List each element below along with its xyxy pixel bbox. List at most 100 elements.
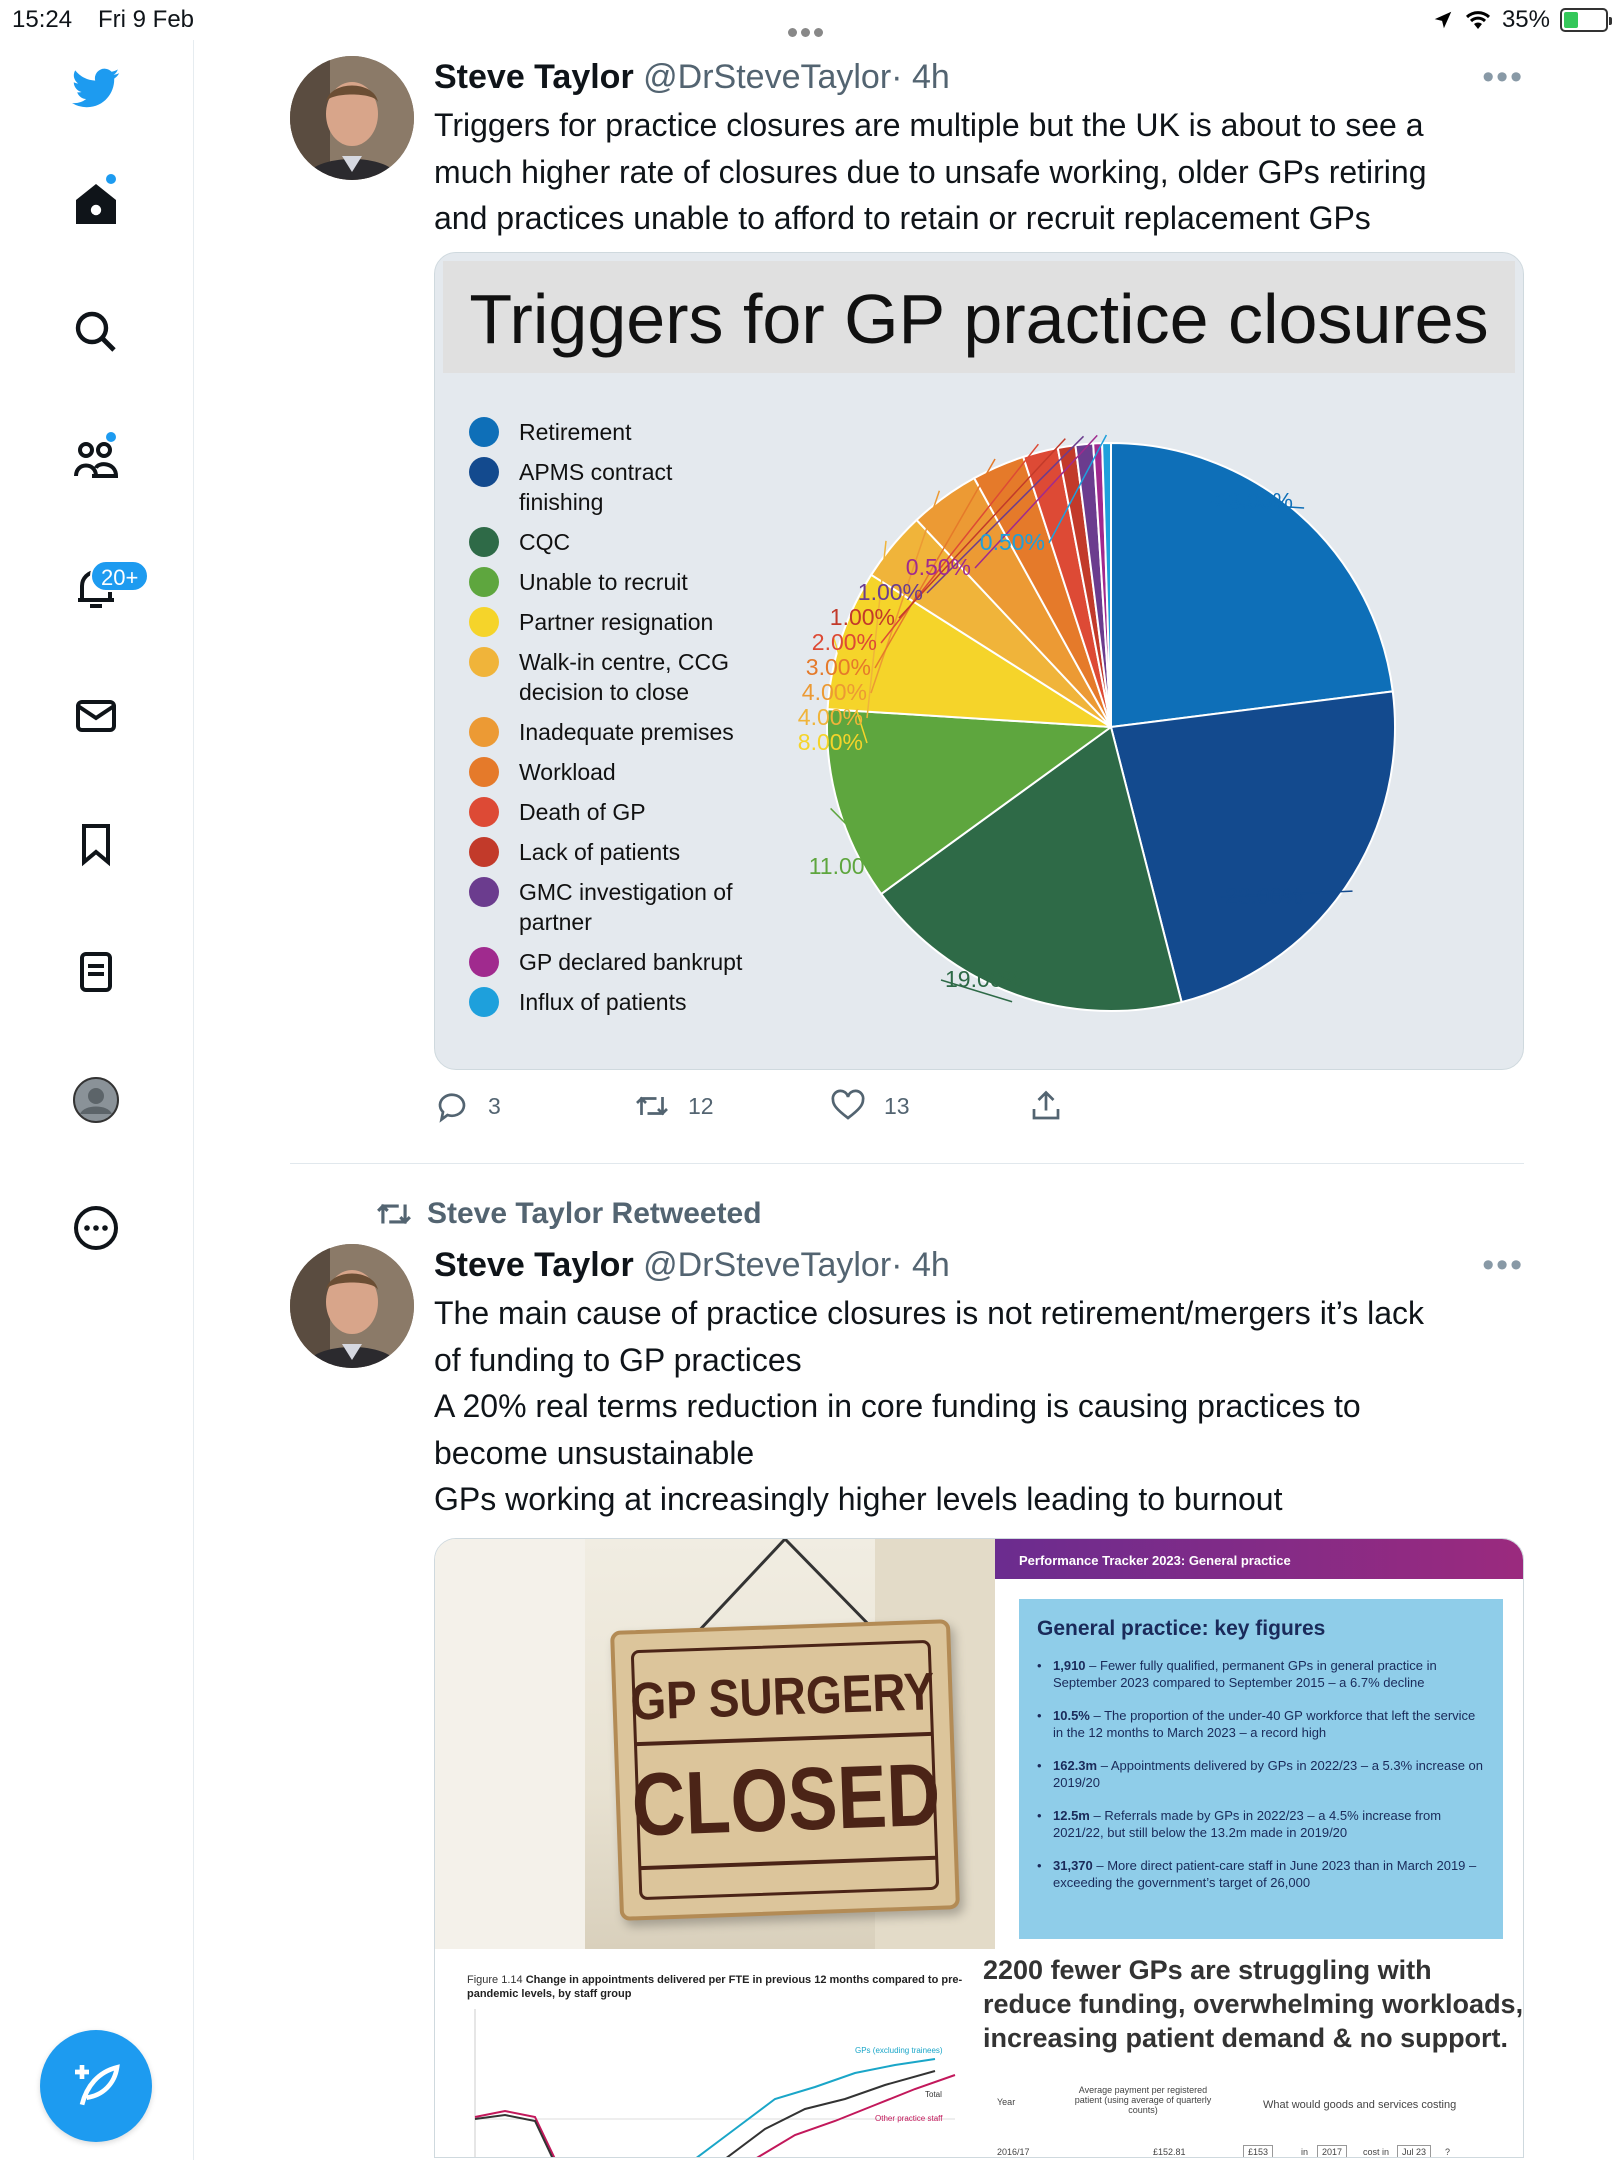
pie-value-label: 0.50% (906, 554, 971, 580)
lists-icon[interactable] (70, 946, 122, 998)
share-button[interactable] (1028, 1088, 1064, 1124)
mini-table-row-value: £152.81 (1153, 2147, 1186, 2157)
calc-amount: £153 (1243, 2145, 1274, 2157)
messages-envelope-icon[interactable] (70, 690, 122, 742)
legend-label: Inadequate premises (519, 719, 734, 745)
calc-in: in (1301, 2147, 1309, 2157)
retweeted-by-line[interactable]: Steve Taylor Retweeted (375, 1195, 762, 1233)
legend-label: Lack of patients (519, 839, 681, 865)
author-avatar[interactable] (290, 1244, 414, 1368)
tweet-header: Steve Taylor @DrSteveTaylor· 4h (434, 56, 1524, 98)
key-figure-item: 162.3m – Appointments delivered by GPs i… (1037, 1757, 1485, 1791)
legend-swatch (469, 457, 499, 487)
search-icon[interactable] (70, 306, 122, 358)
tweet-time[interactable]: · 4h (891, 1246, 950, 1284)
legend-item: Unable to recruit (469, 567, 769, 597)
pie-value-label: 2.00% (812, 629, 877, 655)
author-handle[interactable]: @DrSteveTaylor (643, 58, 891, 96)
gp-surgery-closed-photo[interactable]: GP SURGERY CLOSED (435, 1539, 995, 1949)
key-figures-box: General practice: key figures 1,910 – Fe… (1019, 1599, 1503, 1939)
battery-percent: 35% (1501, 6, 1550, 33)
pie-value-label: 19.00% (945, 966, 1023, 992)
calc-cost-in: cost in (1363, 2147, 1390, 2157)
legend-swatch (469, 717, 499, 747)
pie-chart: 23.00%23.00%19.00%11.00%8.00%4.00%4.00%3… (798, 434, 1396, 1012)
tweet-text-line: much higher rate of closures due to unsa… (434, 153, 1427, 190)
home-icon[interactable] (70, 178, 122, 230)
legend-swatch (469, 757, 499, 787)
reply-button[interactable]: 3 (434, 1088, 501, 1124)
more-options-icon[interactable] (70, 1202, 122, 1254)
bookmark-icon[interactable] (70, 818, 122, 870)
pie-value-label: 11.00% (809, 853, 885, 879)
series-label-other: Other practice staff (875, 2114, 943, 2123)
legend-item: GP declared bankrupt (469, 947, 769, 977)
closed-sign: GP SURGERY CLOSED (610, 1619, 960, 1921)
twitter-logo-icon[interactable] (70, 62, 122, 114)
legend-swatch (469, 647, 499, 677)
calc-title: What would goods and services costing (1263, 2099, 1457, 2111)
legend-label: Death of GP (519, 799, 646, 825)
pie-value-label: 0.50% (980, 529, 1045, 555)
communities-unread-dot (106, 432, 116, 442)
appointments-figure-image[interactable]: Figure 1.14 Change in appointments deliv… (435, 1949, 975, 2157)
legend-label: GMC investigation of partner (519, 879, 733, 935)
pie-value-label: 1.00% (830, 604, 895, 630)
series-label-gps: GPs (excluding trainees) (855, 2046, 943, 2055)
legend-item: Retirement (469, 417, 769, 447)
sign-line-2: CLOSED (630, 1744, 942, 1855)
tweet-text-line: Triggers for practice closures are multi… (434, 107, 1424, 143)
legend-swatch (469, 527, 499, 557)
legend-label: APMS contract finishing (519, 459, 673, 515)
legend-item: Workload (469, 757, 769, 787)
retweet-button[interactable]: 12 (634, 1088, 714, 1124)
chart-title: Triggers for GP practice closures (469, 280, 1489, 358)
pie-value-label: 23.00% (1215, 488, 1293, 514)
tweet-image-collage[interactable]: GP SURGERY CLOSED Performance Tracker 20… (434, 1538, 1524, 2158)
tweet-text-line: GPs working at increasingly higher level… (434, 1481, 1283, 1517)
author-handle[interactable]: @DrSteveTaylor (643, 1246, 891, 1284)
status-time: 15:24 (12, 6, 73, 33)
mini-table-row-year: 2016/17 (997, 2147, 1030, 2157)
profile-avatar-icon[interactable] (70, 1074, 122, 1126)
legend-item: Death of GP (469, 797, 769, 827)
multitasking-dots-icon[interactable] (788, 16, 832, 37)
wifi-icon (1465, 11, 1490, 29)
legend-label: CQC (519, 529, 571, 555)
reply-icon (438, 1093, 466, 1123)
legend-item: Influx of patients (469, 987, 769, 1017)
communities-icon[interactable] (70, 434, 122, 486)
author-name[interactable]: Steve Taylor (434, 1246, 634, 1284)
retweet-count: 12 (688, 1092, 714, 1119)
tweet-time[interactable]: · 4h (891, 58, 950, 96)
battery-icon (1560, 8, 1612, 32)
pie-slice (1110, 441, 1394, 729)
calc-year: 2017 (1317, 2145, 1348, 2157)
author-avatar[interactable] (290, 56, 414, 180)
sidebar: 20+ (0, 40, 194, 2160)
legend-label: Influx of patients (519, 989, 687, 1015)
compose-tweet-button[interactable] (40, 2030, 152, 2142)
tweet-more-icon[interactable]: ••• (1482, 58, 1524, 97)
tweet-image-pie-chart[interactable]: Triggers for GP practice closures Retire… (434, 252, 1524, 1070)
tracker-header: Performance Tracker 2023: General practi… (995, 1539, 1523, 1579)
pie-value-label: 23.00% (1225, 883, 1303, 909)
legend-label: GP declared bankrupt (519, 949, 743, 975)
pie-value-label: 4.00% (802, 679, 867, 705)
legend-item: Lack of patients (469, 837, 769, 867)
calc-q: ? (1445, 2147, 1451, 2157)
location-arrow-icon (1434, 11, 1452, 29)
legend-swatch (469, 877, 499, 907)
pie-value-label: 4.00% (798, 704, 863, 730)
status-date: Fri 9 Feb (98, 6, 195, 33)
legend-swatch (469, 417, 499, 447)
chart-title-bar: Triggers for GP practice closures (443, 261, 1515, 373)
status-bar: 15:24 Fri 9 Feb 35% (0, 0, 1620, 40)
legend-swatch (469, 947, 499, 977)
like-button[interactable]: 13 (830, 1088, 910, 1124)
tweet-more-icon[interactable]: ••• (1482, 1246, 1524, 1285)
author-name[interactable]: Steve Taylor (434, 58, 634, 96)
home-unread-dot (106, 174, 116, 184)
share-icon (1032, 1090, 1060, 1120)
performance-tracker-image[interactable]: Performance Tracker 2023: General practi… (995, 1539, 1523, 1949)
